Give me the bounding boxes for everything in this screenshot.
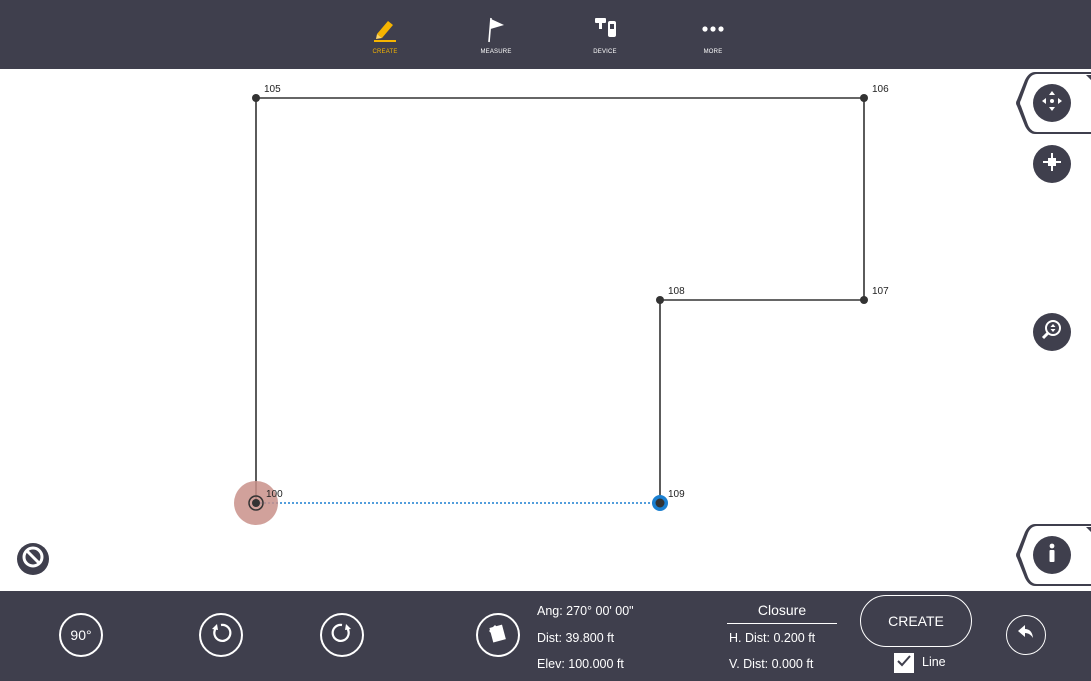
point-label-109: 109 bbox=[668, 489, 685, 500]
measure-tab-label: MEASURE bbox=[480, 49, 512, 55]
top-toolbar: CREATE MEASURE DEVICE MORE bbox=[0, 0, 1091, 69]
point-label-107: 107 bbox=[872, 286, 889, 297]
magnifier-icon bbox=[1040, 318, 1064, 347]
point-105[interactable] bbox=[252, 94, 260, 102]
pencil-icon bbox=[370, 14, 400, 44]
cancel-icon bbox=[20, 544, 46, 575]
point-109[interactable] bbox=[652, 495, 668, 511]
measure-tab[interactable]: MEASURE bbox=[461, 0, 531, 69]
rotate-90-button[interactable]: 90° bbox=[59, 613, 103, 657]
cancel-button[interactable] bbox=[17, 543, 49, 575]
line-checkbox-label: Line bbox=[922, 655, 946, 669]
closure-title: Closure bbox=[757, 602, 807, 618]
point-label-106: 106 bbox=[872, 84, 889, 95]
rotate-cw-icon bbox=[330, 621, 354, 650]
back-arrow-icon bbox=[1015, 622, 1037, 649]
tape-measure-icon bbox=[486, 621, 510, 650]
more-dots-icon bbox=[698, 14, 728, 44]
center-view-button[interactable] bbox=[1033, 145, 1071, 183]
checkmark-icon bbox=[896, 653, 912, 674]
device-tab-label: DEVICE bbox=[593, 49, 617, 55]
device-tab[interactable]: DEVICE bbox=[570, 0, 640, 69]
info-icon bbox=[1040, 541, 1064, 570]
info-button[interactable] bbox=[1033, 536, 1071, 574]
closure-divider bbox=[727, 623, 837, 624]
create-tab-label: CREATE bbox=[372, 49, 398, 55]
elevation-value: Elev: 100.000 ft bbox=[537, 657, 624, 671]
rotate-ccw-icon bbox=[209, 621, 233, 650]
back-button[interactable] bbox=[1006, 615, 1046, 655]
point-label-108: 108 bbox=[668, 286, 685, 297]
undo-button[interactable] bbox=[199, 613, 243, 657]
rotate-90-label: 90° bbox=[70, 627, 92, 643]
create-button-label: CREATE bbox=[888, 613, 944, 629]
closure-v-dist: V. Dist: 0.000 ft bbox=[729, 657, 814, 671]
distance-value: Dist: 39.800 ft bbox=[537, 631, 615, 645]
point-label-100: 100 bbox=[266, 489, 283, 500]
bottom-toolbar: 90° Ang: 270° 00' 00" Dist: 39.800 ft El… bbox=[0, 591, 1091, 681]
create-tab[interactable]: CREATE bbox=[350, 0, 420, 69]
pan-move-button[interactable] bbox=[1033, 84, 1071, 122]
layout-drawing[interactable]: 105 106 107 108 109 100 bbox=[0, 69, 1091, 591]
more-tab-label: MORE bbox=[703, 49, 723, 55]
drawing-canvas[interactable]: 105 106 107 108 109 100 bbox=[0, 69, 1091, 591]
measure-tool-button[interactable] bbox=[476, 613, 520, 657]
point-108[interactable] bbox=[656, 296, 664, 304]
closure-h-dist: H. Dist: 0.200 ft bbox=[729, 631, 816, 645]
redo-button[interactable] bbox=[320, 613, 364, 657]
crosshair-icon bbox=[1040, 150, 1064, 179]
device-icon bbox=[590, 14, 620, 44]
layout-polyline bbox=[255, 97, 865, 503]
point-106[interactable] bbox=[860, 94, 868, 102]
angle-value: Ang: 270° 00' 00" bbox=[537, 604, 634, 618]
point-107[interactable] bbox=[860, 296, 868, 304]
create-button[interactable]: CREATE bbox=[860, 595, 972, 647]
line-checkbox[interactable] bbox=[894, 653, 914, 673]
point-label-105: 105 bbox=[264, 84, 281, 95]
zoom-button[interactable] bbox=[1033, 313, 1071, 351]
move-arrows-icon bbox=[1040, 89, 1064, 118]
flag-icon bbox=[481, 14, 511, 44]
more-tab[interactable]: MORE bbox=[678, 0, 748, 69]
